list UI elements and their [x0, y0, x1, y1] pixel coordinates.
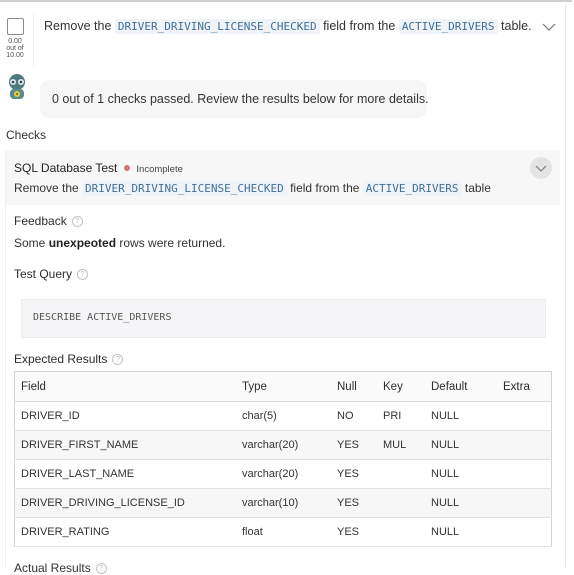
check-panel: SQL Database Test Incomplete Remove the D…: [5, 150, 560, 575]
expected-results-label: Expected Results: [14, 352, 108, 366]
task-checkbox[interactable]: [6, 18, 24, 35]
check-title-text: SQL Database Test: [14, 161, 118, 175]
table-code: ACTIVE_DRIVERS: [398, 19, 498, 34]
check-desc-suffix: table: [464, 181, 491, 195]
status-dot-icon: [124, 165, 131, 172]
cell: PRI: [377, 401, 425, 431]
status-badge: Incomplete: [136, 164, 183, 175]
query-text: DESCRIBE ACTIVE_DRIVERS: [33, 312, 172, 323]
cell: [377, 488, 425, 518]
table-row: DRIVER_FIRST_NAME varchar(20) YES MUL NU…: [14, 430, 552, 460]
cell: [377, 517, 425, 547]
cell: YES: [331, 488, 377, 518]
cell: char(5): [236, 401, 331, 431]
score-value: 0.00: [8, 38, 22, 45]
cell: NO: [331, 401, 377, 431]
cell: [497, 459, 552, 489]
cell: varchar(20): [236, 459, 331, 489]
feedback-prefix: Some: [14, 236, 46, 250]
cell: DRIVER_RATING: [14, 517, 236, 547]
score-text: 0.00 out of 10.00: [4, 38, 26, 59]
cell: YES: [331, 430, 377, 460]
test-query-label: Test Query: [14, 267, 73, 281]
cell: [497, 517, 552, 547]
chevron-down-icon[interactable]: [541, 20, 557, 34]
check-desc-prefix: Remove the: [14, 181, 79, 195]
checks-heading: Checks: [6, 128, 47, 142]
score-out-of: out of: [6, 45, 24, 52]
help-icon[interactable]: ?: [71, 216, 83, 228]
actual-results-heading: Actual Results?: [14, 561, 107, 575]
table-row: DRIVER_RATING float YES NULL: [14, 517, 552, 547]
cell: YES: [331, 517, 377, 547]
test-query-heading: Test Query?: [14, 267, 89, 281]
table-row: DRIVER_DRIVING_LICENSE_ID varchar(10) YE…: [14, 488, 552, 518]
top-divider: [0, 0, 572, 2]
cell: DRIVER_FIRST_NAME: [14, 430, 236, 460]
table-header-row: Field Type Null Key Default Extra: [14, 371, 552, 402]
cell: NULL: [425, 401, 497, 431]
help-icon[interactable]: ?: [112, 354, 124, 366]
cell: varchar(20): [236, 430, 331, 460]
task-description: Remove the DRIVER_DRIVING_LICENSE_CHECKE…: [44, 19, 532, 34]
collapse-button[interactable]: [530, 157, 552, 179]
actual-results-label: Actual Results: [14, 561, 91, 575]
check-description: Remove the DRIVER_DRIVING_LICENSE_CHECKE…: [14, 181, 491, 196]
cell: [497, 430, 552, 460]
robot-avatar-icon: [4, 73, 30, 101]
cell: DRIVER_LAST_NAME: [14, 459, 236, 489]
table-row: DRIVER_LAST_NAME varchar(20) YES NULL: [14, 459, 552, 489]
column-header: Key: [377, 371, 425, 402]
feedback-suffix: rows were returned.: [119, 236, 226, 250]
task-text-prefix: Remove the: [44, 19, 112, 33]
check-field-code: DRIVER_DRIVING_LICENSE_CHECKED: [82, 181, 287, 196]
score-box: 0.00 out of 10.00: [4, 18, 26, 59]
expected-results-heading: Expected Results?: [14, 352, 124, 366]
check-table-code: ACTIVE_DRIVERS: [362, 181, 462, 196]
cell: float: [236, 517, 331, 547]
cell: [497, 401, 552, 431]
feedback-text: Some unexpeoted rows were returned.: [14, 236, 225, 250]
column-header: Field: [14, 371, 236, 402]
query-code-block: DESCRIBE ACTIVE_DRIVERS: [21, 299, 546, 338]
assistant-message: 0 out of 1 checks passed. Review the res…: [40, 80, 429, 118]
task-text-middle: field from the: [323, 19, 396, 33]
assistant-message-text: 0 out of 1 checks passed. Review the res…: [52, 92, 429, 106]
feedback-label: Feedback: [14, 214, 67, 228]
help-icon[interactable]: ?: [95, 563, 107, 575]
field-code: DRIVER_DRIVING_LICENSE_CHECKED: [114, 19, 320, 34]
cell: NULL: [425, 517, 497, 547]
divider: [33, 14, 34, 66]
chevron-down-icon: [535, 165, 547, 172]
cell: NULL: [425, 459, 497, 489]
column-header: Type: [236, 371, 331, 402]
scroll-edge: [565, 4, 566, 567]
column-header: Extra: [497, 371, 552, 402]
check-header[interactable]: SQL Database Test Incomplete Remove the D…: [6, 150, 560, 205]
expected-results-table: Field Type Null Key Default Extra DRIVER…: [14, 371, 552, 547]
cell: [377, 459, 425, 489]
feedback-bold: unexpeoted: [48, 236, 117, 250]
help-icon[interactable]: ?: [77, 269, 89, 281]
column-header: Null: [331, 371, 377, 402]
cell: YES: [331, 459, 377, 489]
check-title: SQL Database Test Incomplete: [14, 161, 183, 175]
feedback-heading: Feedback?: [14, 214, 83, 228]
cell: NULL: [425, 430, 497, 460]
task-text-suffix: table.: [501, 19, 532, 33]
cell: DRIVER_ID: [14, 401, 236, 431]
score-max: 10.00: [6, 52, 24, 59]
cell: MUL: [377, 430, 425, 460]
cell: varchar(10): [236, 488, 331, 518]
check-desc-middle: field from the: [290, 181, 360, 195]
cell: NULL: [425, 488, 497, 518]
column-header: Default: [425, 371, 497, 402]
cell: [497, 488, 552, 518]
task-row: 0.00 out of 10.00 Remove the DRIVER_DRIV…: [0, 6, 564, 66]
table-row: DRIVER_ID char(5) NO PRI NULL: [14, 401, 552, 431]
cell: DRIVER_DRIVING_LICENSE_ID: [14, 488, 236, 518]
